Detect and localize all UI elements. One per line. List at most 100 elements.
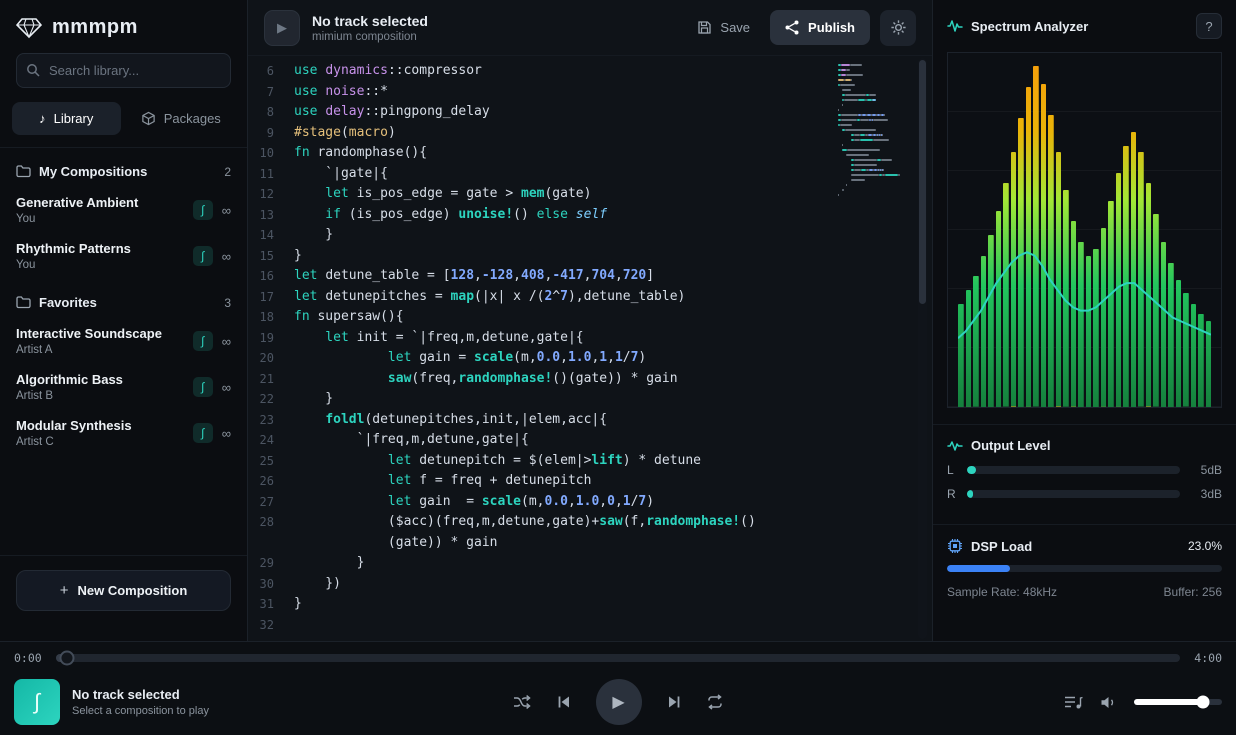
- section-my-compositions[interactable]: My Compositions 2: [0, 148, 247, 187]
- output-level-title: Output Level: [971, 438, 1050, 453]
- list-item[interactable]: Generative AmbientYou∫∞: [0, 187, 247, 233]
- composition-type-icon: ∫: [193, 331, 213, 351]
- speaker-icon: [1100, 695, 1117, 710]
- search-icon: [26, 63, 40, 77]
- list-item[interactable]: Interactive SoundscapeArtist A∫∞: [0, 318, 247, 364]
- section-count: 2: [224, 165, 231, 179]
- spectrum-title: Spectrum Analyzer: [971, 19, 1188, 34]
- dsp-load-fill: [947, 565, 1010, 572]
- spectrum-header: Spectrum Analyzer ?: [933, 0, 1236, 52]
- meter-fill: [967, 466, 976, 474]
- meter-left: L 5dB: [947, 463, 1222, 477]
- editor-minimap[interactable]: [838, 64, 910, 204]
- item-subtitle: Artist A: [16, 344, 162, 356]
- composition-type-icon: ∫: [193, 423, 213, 443]
- dsp-load-value: 23.0%: [1188, 539, 1222, 553]
- infinity-icon: ∞: [222, 380, 231, 395]
- code-line: 11 `|gate|{: [248, 164, 932, 185]
- now-playing-subtitle: Select a composition to play: [72, 705, 209, 717]
- settings-button[interactable]: [880, 10, 916, 46]
- code-line: 17let detunepitches = map(|x| x /(2^7),d…: [248, 287, 932, 308]
- tab-library[interactable]: ♪ Library: [12, 102, 121, 135]
- seek-handle[interactable]: [60, 651, 75, 666]
- preview-play-button[interactable]: ▶: [264, 10, 300, 46]
- scrollbar-thumb[interactable]: [919, 60, 926, 304]
- header-actions: Save Publish: [687, 10, 916, 46]
- new-composition-button[interactable]: + New Composition: [16, 570, 231, 611]
- editor-scrollbar[interactable]: [918, 58, 927, 639]
- cpu-icon: [947, 538, 963, 554]
- tab-packages[interactable]: Packages: [127, 102, 236, 135]
- skip-forward-icon: [666, 694, 682, 710]
- item-subtitle: Artist C: [16, 436, 132, 448]
- album-art: ∫: [14, 679, 60, 725]
- infinity-icon: ∞: [222, 249, 231, 264]
- section-favorites[interactable]: Favorites 3: [0, 279, 247, 318]
- code-line: 28 ($acc)(freq,m,detune,gate)+saw(f,rand…: [248, 512, 932, 533]
- music-note-icon: ♪: [39, 111, 46, 126]
- volume-button[interactable]: [1100, 695, 1117, 710]
- queue-button[interactable]: [1064, 695, 1083, 710]
- item-title: Modular Synthesis: [16, 418, 132, 433]
- repeat-button[interactable]: [706, 694, 724, 710]
- new-composition-label: New Composition: [77, 583, 187, 598]
- channel-label: L: [947, 463, 957, 477]
- section-title: Favorites: [39, 295, 216, 310]
- code-line: 20 let gain = scale(m,0.0,1.0,1,1/7): [248, 348, 932, 369]
- app-logo: mmmpm: [0, 0, 247, 53]
- logo-gem-icon: [16, 17, 42, 39]
- player-bar: 0:00 4:00 ∫ No track selected Select a c…: [0, 641, 1236, 735]
- section-title: My Compositions: [39, 164, 216, 179]
- infinity-icon: ∞: [222, 426, 231, 441]
- code-line: 27 let gain = scale(m,0.0,1.0,0,1/7): [248, 492, 932, 513]
- spectrum-overlay-line: [958, 63, 1211, 407]
- item-title: Rhythmic Patterns: [16, 241, 131, 256]
- list-item[interactable]: Modular Synthesis Artist C ∫ ∞: [0, 410, 247, 456]
- code-line: 30 }): [248, 574, 932, 595]
- play-icon: ▶: [277, 20, 287, 36]
- save-label: Save: [720, 20, 750, 35]
- seek-slider[interactable]: [56, 654, 1180, 662]
- code-line: 32: [248, 615, 932, 636]
- channel-value: 3dB: [1190, 487, 1222, 501]
- player-controls: ∫ No track selected Select a composition…: [0, 669, 1236, 735]
- now-playing: ∫ No track selected Select a composition…: [14, 679, 513, 725]
- code-line: 10fn randomphase(){: [248, 143, 932, 164]
- shuffle-button[interactable]: [513, 694, 532, 710]
- help-button[interactable]: ?: [1196, 13, 1222, 39]
- now-playing-title: No track selected: [72, 687, 209, 702]
- code-line: 21 saw(freq,randomphase!()(gate)) * gain: [248, 369, 932, 390]
- code-line: 29 }: [248, 553, 932, 574]
- folder-icon: [16, 165, 31, 178]
- code-editor[interactable]: 6use dynamics::compressor7use noise::*8u…: [248, 56, 932, 641]
- code-line: 14 }: [248, 225, 932, 246]
- code-line: 9#stage(macro): [248, 123, 932, 144]
- meter-fill: [967, 490, 973, 498]
- infinity-icon: ∞: [222, 203, 231, 218]
- code-line: 18fn supersaw(){: [248, 307, 932, 328]
- queue-icon: [1064, 695, 1083, 710]
- output-level-section: Output Level L 5dB R 3dB: [933, 424, 1236, 524]
- item-title: Algorithmic Bass: [16, 372, 123, 387]
- search-input[interactable]: [16, 53, 231, 88]
- save-icon: [697, 20, 712, 35]
- tab-label: Packages: [164, 111, 221, 126]
- meter-right: R 3dB: [947, 487, 1222, 501]
- sidebar-footer: + New Composition: [0, 555, 247, 641]
- code-line: 22 }: [248, 389, 932, 410]
- sample-rate: Sample Rate: 48kHz: [947, 585, 1057, 599]
- channel-value: 5dB: [1190, 463, 1222, 477]
- save-button[interactable]: Save: [687, 12, 760, 43]
- previous-track-button[interactable]: [556, 694, 572, 710]
- list-item[interactable]: Rhythmic PatternsYou∫∞: [0, 233, 247, 279]
- volume-handle[interactable]: [1196, 696, 1209, 709]
- publish-button[interactable]: Publish: [770, 10, 870, 45]
- output-level-header: Output Level: [947, 438, 1222, 453]
- list-item[interactable]: Algorithmic BassArtist B∫∞: [0, 364, 247, 410]
- time-total: 4:00: [1190, 651, 1222, 665]
- play-button[interactable]: ▶: [596, 679, 642, 725]
- composition-type-icon: ∫: [193, 200, 213, 220]
- spectrum-analyzer-chart: [947, 52, 1222, 408]
- volume-slider[interactable]: [1134, 699, 1222, 705]
- next-track-button[interactable]: [666, 694, 682, 710]
